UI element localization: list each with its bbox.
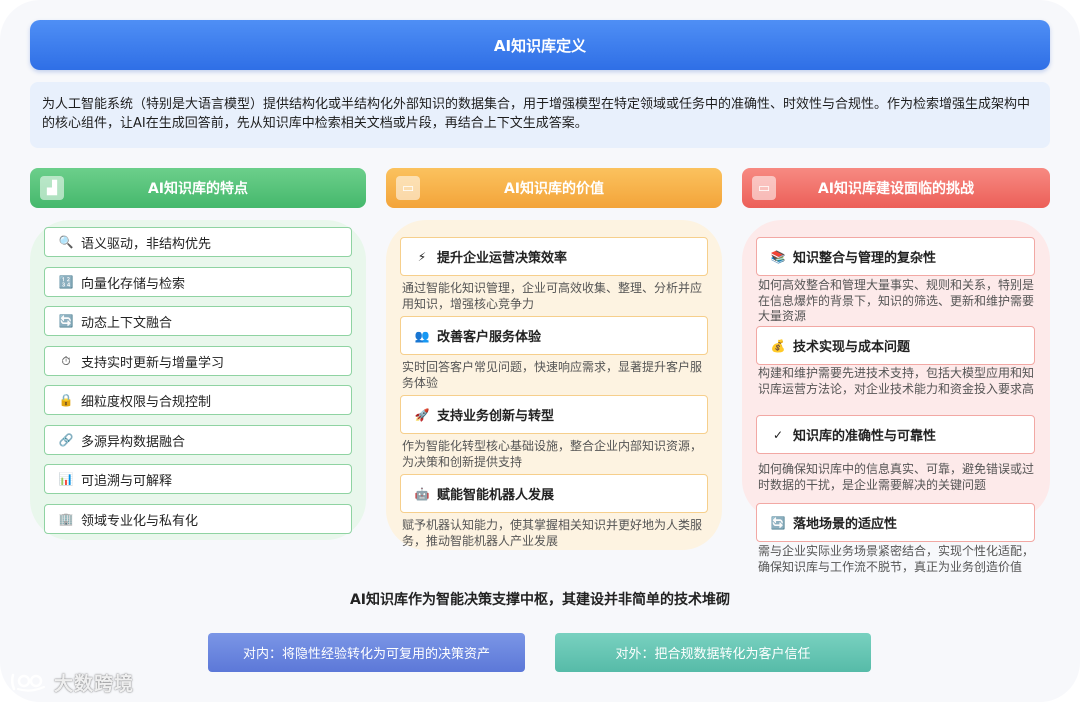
stopwatch-icon: ⏱ — [61, 353, 71, 368]
value-card: 👥 改善客户服务体验 — [400, 316, 708, 355]
value-card: ⚡ 提升企业运营决策效率 — [400, 237, 708, 276]
lock-icon: 🔒 — [58, 393, 74, 407]
value-card: 🚀 支持业务创新与转型 — [400, 395, 708, 434]
features-header: ▟ AI知识库的特点 — [30, 168, 366, 208]
external-pill: 对外：把合规数据转化为客户信任 — [555, 633, 871, 672]
value-card-title: 赋能智能机器人发展 — [437, 488, 555, 503]
feature-item: 🔒 细粒度权限与合规控制 — [44, 385, 352, 415]
value-card-desc: 实时回答客户常见问题，快速响应需求，显著提升客户服务体验 — [402, 360, 703, 390]
watermark-text: 大数跨境 — [54, 672, 135, 695]
features-title: AI知识库的特点 — [147, 181, 249, 197]
definition-text: 为人工智能系统（特别是大语言模型）提供结构化或半结构化外部知识的数据集合，用于增… — [30, 82, 1050, 148]
refresh-icon: 🔄 — [770, 515, 786, 530]
feature-label: 多源异构数据融合 — [81, 434, 186, 450]
page-title: AI知识库定义 — [30, 20, 1050, 70]
people-icon: 👥 — [414, 328, 430, 343]
feature-label: 细粒度权限与合规控制 — [81, 394, 212, 410]
challenge-card-desc: 如何高效整合和管理大量事实、规则和关系，特别是在信息爆炸的背景下，知识的筛选、更… — [758, 278, 1035, 323]
challenges-header: ▭ AI知识库建设面临的挑战 — [742, 168, 1050, 208]
feature-label: 可追溯与可解释 — [81, 473, 173, 489]
challenge-card-title: 知识整合与管理的复杂性 — [793, 251, 937, 266]
challenge-card-title: 知识库的准确性与可靠性 — [793, 429, 937, 444]
value-card-title: 改善客户服务体验 — [437, 330, 542, 345]
challenge-card: 🔄 落地场景的适应性 — [756, 503, 1035, 542]
challenge-card: 📚 知识整合与管理的复杂性 — [756, 237, 1035, 276]
rocket-icon: 🚀 — [414, 407, 430, 422]
refresh-icon: 🔄 — [58, 314, 74, 328]
challenge-card-desc: 构建和维护需要先进技术支持，包括大模型应用和知识库运营方法论，对企业技术能力和资… — [758, 366, 1035, 396]
challenge-card: 💰 技术实现与成本问题 — [756, 326, 1035, 365]
check-icon: ✓ — [772, 427, 784, 442]
challenge-card-desc: 需与企业实际业务场景紧密结合，实现个性化适配，确保知识库与工作流不脱节，真正为业… — [758, 544, 1035, 574]
value-card-desc: 赋予机器认知能力，使其掌握相关知识并更好地为人类服务，推动智能机器人产业发展 — [402, 518, 703, 548]
value-card-desc: 通过智能化知识管理，企业可高效收集、整理、分析并应用知识，增强核心竞争力 — [402, 281, 703, 311]
feature-label: 向量化存储与检索 — [81, 276, 186, 292]
challenge-card-title: 技术实现与成本问题 — [793, 340, 911, 355]
summary-text: AI知识库作为智能决策支撑中枢，其建设并非简单的技术堆砌 — [349, 592, 731, 608]
challenges-title: AI知识库建设面临的挑战 — [817, 181, 975, 197]
value-title: AI知识库的价值 — [503, 181, 605, 197]
value-card-title: 支持业务创新与转型 — [437, 409, 555, 424]
watermark: 大数跨境 — [10, 668, 134, 696]
lightning-icon: ⚡ — [417, 249, 427, 264]
feature-item: 🔢 向量化存储与检索 — [44, 267, 352, 297]
building-icon: 🏢 — [58, 512, 74, 526]
folder-icon: ▭ — [752, 176, 776, 200]
feature-label: 领域专业化与私有化 — [81, 513, 199, 529]
value-card: 🤖 赋能智能机器人发展 — [400, 474, 708, 513]
feature-label: 支持实时更新与增量学习 — [81, 355, 225, 371]
magnifier-icon: 🔍 — [58, 235, 74, 249]
image-icon: ▭ — [396, 176, 420, 200]
robot-icon: 🤖 — [414, 486, 430, 501]
feature-item: 🔍 语义驱动，非结构优先 — [44, 227, 352, 257]
internal-pill: 对内：将隐性经验转化为可复用的决策资产 — [208, 633, 525, 672]
watermark-logo-icon — [10, 673, 46, 692]
challenge-card: ✓ 知识库的准确性与可靠性 — [756, 415, 1035, 454]
feature-label: 动态上下文融合 — [81, 315, 173, 331]
vector-icon: 🔢 — [58, 275, 74, 289]
feature-item: 🔄 动态上下文融合 — [44, 306, 352, 336]
feature-label: 语义驱动，非结构优先 — [81, 236, 212, 252]
money-bag-icon: 💰 — [770, 338, 786, 353]
value-card-desc: 作为智能化转型核心基础设施，整合企业内部知识资源，为决策和创新提供支持 — [402, 439, 703, 469]
bar-chart-icon: ▟ — [40, 176, 64, 200]
challenge-card-desc: 如何确保知识库中的信息真实、可靠，避免错误或过时数据的干扰，是企业需要解决的关键… — [758, 462, 1035, 492]
value-header: ▭ AI知识库的价值 — [386, 168, 722, 208]
value-card-title: 提升企业运营决策效率 — [437, 251, 568, 266]
feature-item: 📊 可追溯与可解释 — [44, 464, 352, 494]
feature-item: 🔗 多源异构数据融合 — [44, 425, 352, 455]
challenge-card-title: 落地场景的适应性 — [793, 517, 898, 532]
feature-item: 🏢 领域专业化与私有化 — [44, 504, 352, 534]
bar-chart-icon: 📊 — [58, 472, 74, 486]
feature-item: ⏱ 支持实时更新与增量学习 — [44, 346, 352, 376]
link-icon: 🔗 — [58, 433, 74, 447]
books-icon: 📚 — [770, 249, 786, 264]
